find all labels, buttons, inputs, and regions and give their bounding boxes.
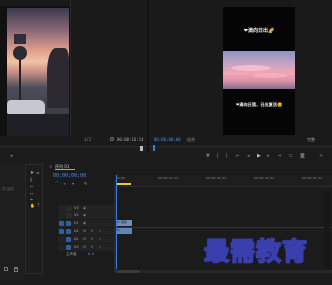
video-audio-separator [116, 227, 332, 228]
program-caption-bottom: ❤滴向日落，日出复活🌞 [235, 102, 283, 107]
wrench-settings-icon[interactable]: ✎ [84, 181, 87, 186]
program-quality-label[interactable]: 完整 [307, 137, 315, 143]
linked-selection-icon[interactable]: ∞ [63, 181, 66, 186]
track-label-a1: A1 [74, 229, 79, 233]
wrench-icon[interactable] [110, 137, 114, 141]
sign-circle [13, 46, 27, 60]
source-patch-a1[interactable] [59, 229, 64, 234]
add-button-icon[interactable]: + [319, 153, 323, 159]
audio-meter [324, 191, 330, 269]
track-label-a2: A2 [74, 237, 79, 241]
slip-tool-icon[interactable]: ↔ [30, 191, 33, 196]
watermark: 最需教育 [203, 236, 309, 267]
source-video-image [7, 8, 69, 136]
ruler-label: 00;00;44;22 [254, 176, 274, 180]
track-target-v2[interactable] [66, 213, 72, 218]
close-tab-icon[interactable]: × [49, 164, 52, 169]
track-label-v2: V2 [74, 213, 79, 217]
tools-panel: ➤ ⇉ ╫ ✂ ↔ ✒ ✋ T [25, 164, 43, 274]
video-clip[interactable]: fx 视频 [117, 220, 132, 226]
program-video-frame: ❤滴向日出🌈 ❤滴向日落，日出复活🌞 [223, 7, 295, 135]
add-marker-icon[interactable]: ▼ [206, 153, 210, 159]
eye-icon[interactable]: ◉ [83, 213, 86, 217]
step-forward-icon[interactable]: ▸ [267, 153, 270, 159]
program-monitor: ❤滴向日出🌈 ❤滴向日落，日出复活🌞 00;00;00;00 适合 完整 [149, 0, 332, 146]
cloud [253, 73, 287, 78]
mute-button[interactable]: M [83, 229, 86, 233]
tab-underline [55, 169, 75, 170]
razor-tool-icon[interactable]: ✂ [30, 184, 33, 189]
audio-clip[interactable]: fx [117, 228, 132, 234]
ruler-label: 00;00;14;23 [158, 176, 178, 180]
project-panel: 项 选择 [0, 163, 24, 280]
solo-button[interactable]: S [91, 237, 93, 241]
add-marker-timeline-icon[interactable]: ▾ [72, 181, 74, 186]
tree [47, 48, 69, 108]
source-play-icon[interactable]: ◂ [10, 153, 13, 159]
camera-icon[interactable]: ◙ [300, 153, 305, 159]
track-select-tool-icon[interactable]: ⇉ [36, 170, 39, 175]
program-fit-label[interactable]: 适合 [187, 137, 195, 143]
timeline-timecode[interactable]: 00;00;00;00 [53, 173, 86, 179]
mark-out-icon[interactable]: } [225, 153, 228, 159]
source-monitor: 1/2 00:00:16:14 [0, 0, 147, 146]
mute-button[interactable]: M [83, 237, 86, 241]
car [7, 100, 45, 114]
ground [7, 114, 69, 136]
transport-row [0, 152, 332, 162]
premiere-workspace: 1/2 00:00:16:14 ❤滴向日出🌈 ❤滴向日落，日出复活🌞 00;00… [0, 0, 332, 285]
source-patch-v1[interactable] [59, 221, 64, 226]
ruler-label: 00;00;59;22 [302, 176, 322, 180]
source-playhead[interactable] [140, 146, 143, 151]
go-to-in-icon[interactable]: ⇤ [236, 153, 240, 159]
source-timecode: 00:00:16:14 [117, 137, 144, 142]
ripple-edit-tool-icon[interactable]: ╫ [30, 177, 32, 182]
master-value[interactable]: 0.0 [88, 252, 94, 256]
hand-tool-icon[interactable]: ✋ [30, 203, 35, 208]
timeline-scrollbar[interactable] [116, 270, 332, 273]
track-target-a2[interactable] [66, 237, 71, 242]
play-icon[interactable]: ▶ [257, 153, 261, 159]
track-label-v1: V1 [74, 221, 79, 225]
work-area-bar[interactable] [116, 183, 131, 185]
track-target-v1[interactable] [66, 221, 71, 226]
timeline-scroll-thumb[interactable] [116, 270, 140, 273]
track-target-a3[interactable] [66, 245, 71, 250]
eye-icon[interactable]: ◉ [83, 206, 86, 210]
trash-icon[interactable] [14, 267, 18, 272]
program-caption-top: ❤滴向日出🌈 [243, 28, 275, 34]
eye-icon[interactable]: ◉ [83, 221, 86, 225]
solo-button[interactable]: S [91, 245, 93, 249]
mute-button[interactable]: M [83, 245, 86, 249]
cloud [231, 65, 271, 71]
type-tool-icon[interactable]: T [37, 203, 39, 208]
mic-icon[interactable]: ♪ [99, 245, 101, 249]
sign-board [14, 34, 26, 44]
mark-in-icon[interactable]: { [216, 153, 219, 159]
master-label: 主声道 [66, 252, 77, 256]
ruler-label: 00;00;29;23 [206, 176, 226, 180]
new-item-icon[interactable] [4, 267, 8, 271]
track-label-v3: V3 [74, 206, 79, 210]
selection-tool-icon[interactable]: ➤ [30, 170, 34, 176]
pen-tool-icon[interactable]: ✒ [30, 197, 33, 202]
solo-button[interactable]: S [91, 229, 93, 233]
ruler-label: 00;00 [116, 176, 126, 180]
step-back-icon[interactable]: ◂ [247, 153, 250, 159]
source-fit-label[interactable]: 1/2 [84, 137, 91, 142]
lift-icon[interactable]: ⊏ [289, 153, 293, 159]
mic-icon[interactable]: ♪ [99, 237, 101, 241]
source-monitor-divider [70, 0, 71, 136]
track-target-a1[interactable] [66, 229, 71, 234]
timeline-vertical-scrollbar[interactable] [114, 180, 116, 272]
project-info-text: 项 选择 [2, 187, 14, 191]
mic-icon[interactable]: ♪ [99, 229, 101, 233]
track-target-v3[interactable] [66, 206, 72, 211]
snap-icon[interactable]: ⌒ [55, 181, 59, 187]
program-playhead[interactable] [153, 145, 155, 151]
track-label-a3: A3 [74, 245, 79, 249]
program-timecode[interactable]: 00;00;00;00 [154, 137, 181, 142]
go-to-out-icon[interactable]: ⇥ [277, 153, 281, 159]
program-sky-image [223, 51, 295, 89]
